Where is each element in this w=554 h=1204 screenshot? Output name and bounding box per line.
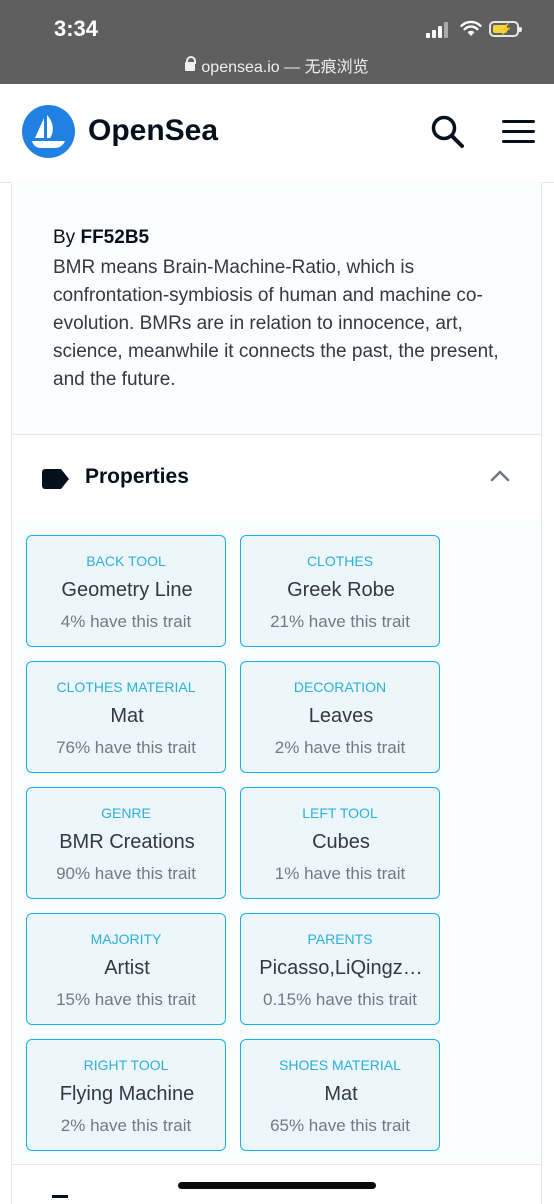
trait-value: Flying Machine <box>59 1083 195 1105</box>
creator-line: By FF52B5 <box>53 227 149 249</box>
description-panel: By FF52B5 BMR means Brain-Machine-Ratio,… <box>11 182 542 434</box>
trait-card-majority[interactable]: MAJORITY Artist 15% have this trait <box>26 913 226 1025</box>
trait-type: LEFT TOOL <box>302 805 378 821</box>
description-text: BMR means Brain-Machine-Ratio, which is … <box>53 257 499 390</box>
trait-rarity: 2% have this trait <box>274 738 406 757</box>
brand-name[interactable]: OpenSea <box>88 114 218 148</box>
trait-rarity: 21% have this trait <box>270 612 410 631</box>
trait-rarity: 90% have this trait <box>56 864 196 883</box>
trait-type: SHOES MATERIAL <box>279 1057 401 1073</box>
cellular-signal-icon <box>426 22 452 38</box>
trait-card-decoration[interactable]: DECORATION Leaves 2% have this trait <box>240 661 440 773</box>
site-header: OpenSea <box>0 84 554 183</box>
trait-value: Artist <box>104 957 150 979</box>
by-label: By <box>53 227 76 248</box>
properties-accordion-header[interactable]: Properties <box>11 434 542 521</box>
trait-value: Geometry Line <box>61 579 193 601</box>
trait-type: GENRE <box>101 805 151 821</box>
trait-rarity: 76% have this trait <box>56 738 196 757</box>
trait-card-genre[interactable]: GENRE BMR Creations 90% have this trait <box>26 787 226 899</box>
battery-charging-icon: ⚡ <box>489 21 522 37</box>
trait-rarity: 1% have this trait <box>274 864 406 883</box>
trait-type: PARENTS <box>307 931 373 947</box>
url-text: opensea.io — 无痕浏览 <box>201 59 369 76</box>
trait-rarity: 0.15% have this trait <box>262 990 418 1009</box>
status-bar: 3:34 ⚡ opensea.io — 无痕浏览 <box>0 0 554 84</box>
home-indicator[interactable] <box>178 1182 376 1189</box>
trait-type: MAJORITY <box>90 931 162 947</box>
trait-type: CLOTHES MATERIAL <box>56 679 196 695</box>
trait-type: RIGHT TOOL <box>83 1057 169 1073</box>
trait-value: Cubes <box>312 831 370 853</box>
trait-rarity: 4% have this trait <box>60 612 192 631</box>
properties-title: Properties <box>85 465 189 488</box>
trait-value: Mat <box>324 1083 358 1105</box>
trait-card-right-tool[interactable]: RIGHT TOOL Flying Machine 2% have this t… <box>26 1039 226 1151</box>
trait-value: Leaves <box>308 705 374 727</box>
trait-card-back-tool[interactable]: BACK TOOL Geometry Line 4% have this tra… <box>26 535 226 647</box>
next-section-icon <box>52 1195 68 1198</box>
trait-value: Picasso,LiQingz… <box>259 957 423 979</box>
sailboat-icon <box>32 115 65 148</box>
trait-type: BACK TOOL <box>86 553 166 569</box>
address-bar[interactable]: opensea.io — 无痕浏览 <box>0 53 554 77</box>
search-icon[interactable] <box>430 114 466 150</box>
trait-value: Mat <box>110 705 144 727</box>
trait-value: BMR Creations <box>59 831 195 853</box>
trait-rarity: 15% have this trait <box>56 990 196 1009</box>
trait-card-parents[interactable]: PARENTS Picasso,LiQingz… 0.15% have this… <box>240 913 440 1025</box>
creator-link[interactable]: FF52B5 <box>80 227 149 248</box>
opensea-logo-icon[interactable] <box>22 105 75 158</box>
label-tag-icon <box>42 469 69 489</box>
trait-type: CLOTHES <box>306 553 374 569</box>
hamburger-menu-icon[interactable] <box>502 120 535 144</box>
trait-card-left-tool[interactable]: LEFT TOOL Cubes 1% have this trait <box>240 787 440 899</box>
trait-value: Greek Robe <box>287 579 395 601</box>
trait-card-clothes-material[interactable]: CLOTHES MATERIAL Mat 76% have this trait <box>26 661 226 773</box>
trait-card-shoes-material[interactable]: SHOES MATERIAL Mat 65% have this trait <box>240 1039 440 1151</box>
trait-rarity: 65% have this trait <box>270 1116 410 1135</box>
trait-card-clothes[interactable]: CLOTHES Greek Robe 21% have this trait <box>240 535 440 647</box>
status-time: 3:34 <box>54 16 99 41</box>
properties-grid: BACK TOOL Geometry Line 4% have this tra… <box>11 520 542 1165</box>
lock-icon <box>185 56 197 72</box>
wifi-icon <box>460 20 482 36</box>
chevron-up-icon[interactable] <box>490 469 510 483</box>
trait-type: DECORATION <box>293 679 387 695</box>
trait-rarity: 2% have this trait <box>60 1116 192 1135</box>
